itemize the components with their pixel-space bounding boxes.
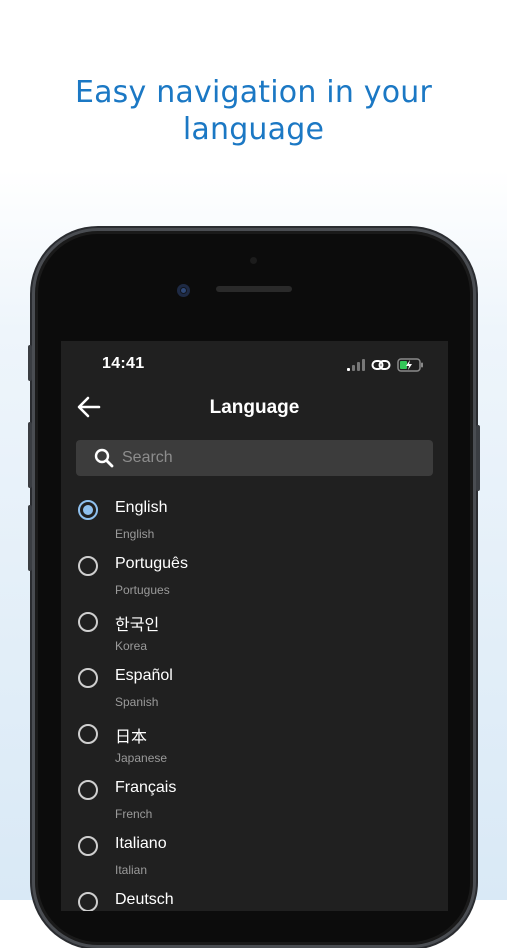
language-item-portugues[interactable]: Português Portugues	[61, 552, 448, 608]
search-input[interactable]	[122, 440, 422, 476]
phone-volume-up-button	[28, 422, 32, 488]
language-subtitle: Spanish	[115, 695, 159, 709]
language-subtitle: Italian	[115, 863, 148, 877]
phone-speaker	[216, 286, 292, 292]
language-name: Italiano	[115, 835, 167, 852]
phone-power-button	[476, 425, 480, 491]
language-subtitle: English	[115, 527, 155, 541]
phone-side-button	[28, 345, 32, 381]
language-item-italiano[interactable]: Italiano Italian	[61, 832, 448, 888]
language-name: Deutsch	[115, 891, 174, 908]
language-name: 한국인	[115, 617, 160, 634]
radio-button[interactable]	[78, 836, 98, 856]
language-subtitle: Portugues	[115, 583, 170, 597]
phone-sensor	[250, 257, 257, 264]
headline: Easy navigation in your language	[74, 75, 433, 147]
status-time: 14:41	[102, 355, 145, 372]
language-item-korean[interactable]: 한국인 Korea	[61, 608, 448, 664]
language-list: English English Português Portugues 한국인 …	[61, 496, 448, 911]
radio-button[interactable]	[78, 556, 98, 576]
link-icon	[371, 360, 391, 370]
language-subtitle: Korea	[115, 639, 148, 653]
language-item-english[interactable]: English English	[61, 496, 448, 552]
language-name: Français	[115, 779, 177, 796]
language-subtitle: Japanese	[115, 751, 168, 765]
language-item-japanese[interactable]: 日本 Japanese	[61, 720, 448, 776]
language-name: English	[115, 499, 168, 516]
language-subtitle: French	[115, 807, 153, 821]
cellular-signal-icon	[347, 359, 365, 371]
status-icons	[347, 357, 424, 373]
language-name: Português	[115, 555, 188, 572]
battery-charging-icon	[397, 358, 423, 372]
radio-button[interactable]	[78, 724, 98, 744]
front-camera	[177, 284, 190, 297]
language-name: 日本	[115, 729, 148, 746]
search-bar[interactable]	[76, 440, 433, 476]
radio-button[interactable]	[78, 892, 98, 911]
language-item-francais[interactable]: Français French	[61, 776, 448, 832]
radio-button[interactable]	[78, 612, 98, 632]
page-title: Language	[209, 397, 300, 418]
language-name: Español	[115, 667, 173, 684]
radio-button[interactable]	[78, 668, 98, 688]
phone-volume-down-button	[28, 505, 32, 571]
radio-button[interactable]	[78, 780, 98, 800]
app-screen: 14:41 Language Search English English Po…	[61, 341, 448, 911]
search-icon	[94, 448, 114, 468]
language-item-espanol[interactable]: Español Spanish	[61, 664, 448, 720]
radio-button-selected[interactable]	[78, 500, 98, 520]
